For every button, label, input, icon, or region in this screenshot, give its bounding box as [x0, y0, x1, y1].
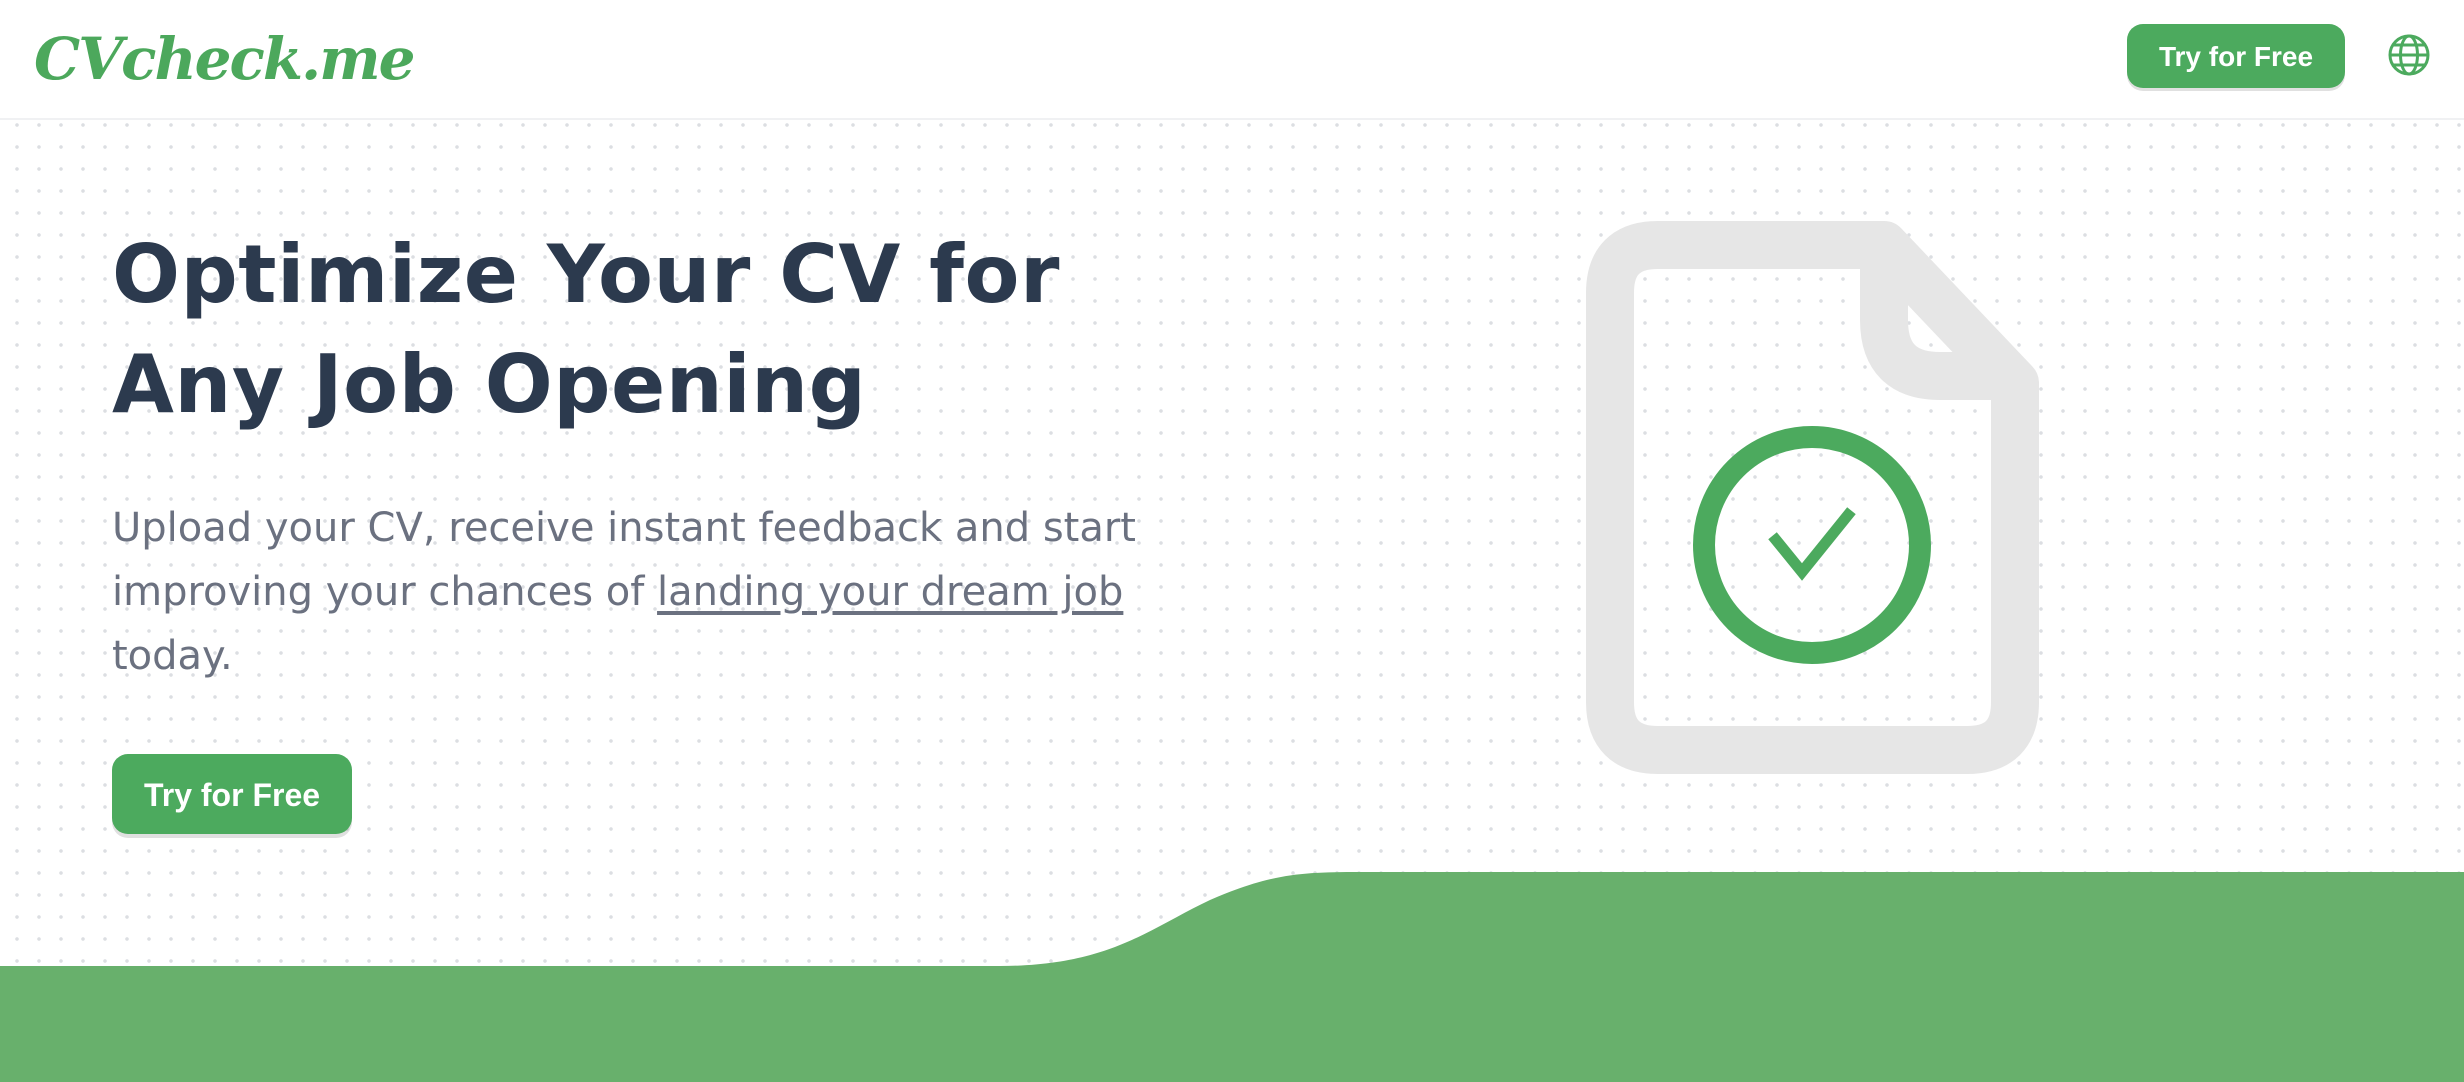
hero-try-for-free-button[interactable]: Try for Free — [112, 754, 352, 834]
decorative-wave — [0, 872, 2464, 1082]
document-check-illustration — [1586, 220, 2040, 774]
hero-title-line-1: Optimize Your CV for — [112, 228, 1060, 321]
logo[interactable]: CVcheck.me — [34, 14, 416, 104]
header-try-for-free-button[interactable]: Try for Free — [2127, 24, 2345, 88]
hero-subtitle-text-end: today. — [112, 633, 233, 679]
hero-subtitle: Upload your CV, receive instant feedback… — [112, 496, 1212, 688]
landing-page: CVcheck.me Try for Free Optimize Your CV… — [0, 0, 2464, 1082]
site-header: CVcheck.me Try for Free — [0, 0, 2464, 120]
globe-icon — [2388, 34, 2430, 76]
hero-title: Optimize Your CV for Any Job Opening — [112, 220, 1112, 440]
language-selector[interactable] — [2386, 32, 2432, 78]
document-check-icon — [1586, 221, 2039, 774]
dream-job-link[interactable]: landing your dream job — [657, 569, 1123, 615]
hero-title-line-2: Any Job Opening — [112, 338, 867, 431]
